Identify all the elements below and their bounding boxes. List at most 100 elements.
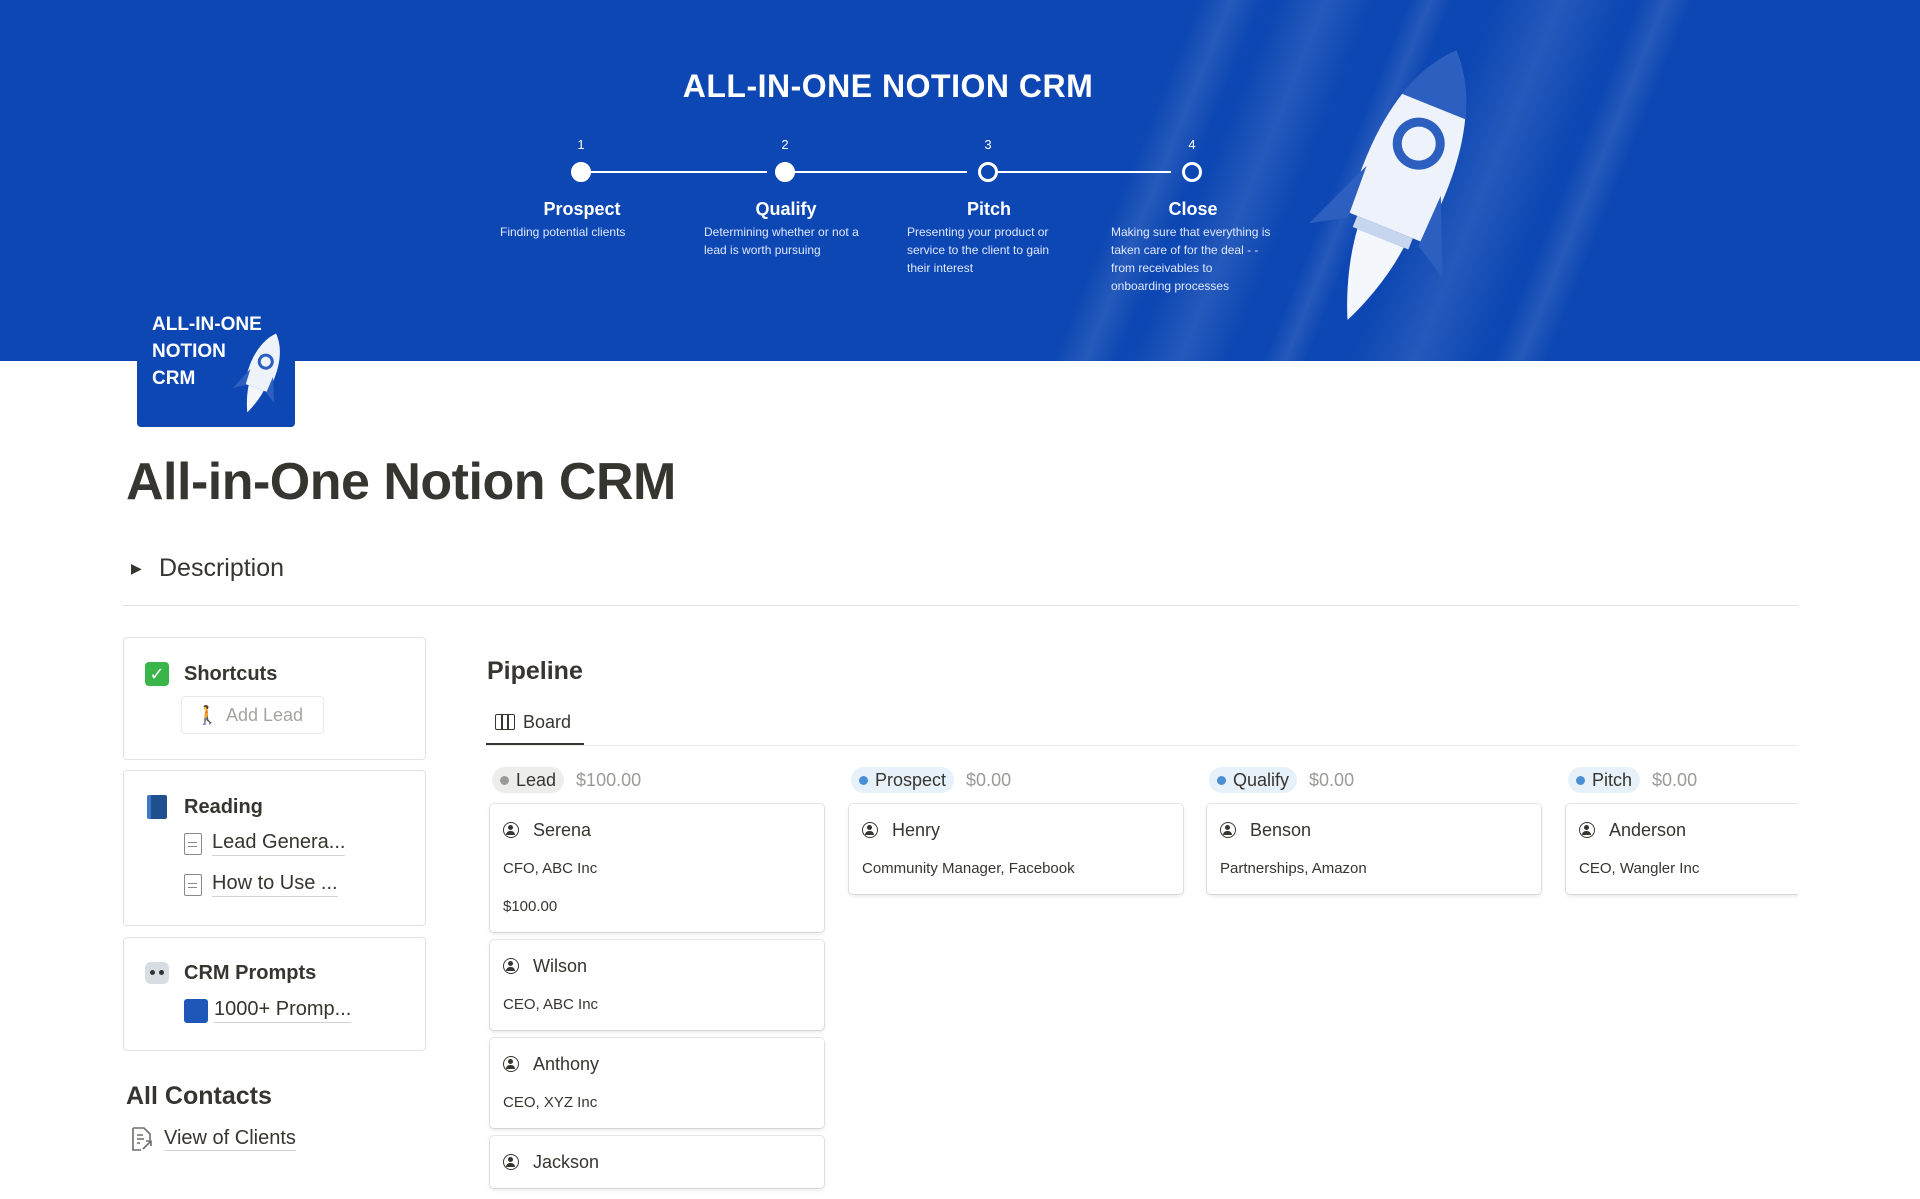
person-icon <box>1220 822 1236 838</box>
triangle-right-icon: ▶ <box>131 560 142 576</box>
shortcuts-card: ✓ Shortcuts 🚶 Add Lead <box>123 637 426 760</box>
pipeline-board: Lead $100.00 Serena CFO, ABC Inc $100.00… <box>486 760 1798 1199</box>
step-name: Prospect <box>543 199 621 219</box>
person-icon <box>1579 822 1595 838</box>
board-card[interactable]: Anthony CEO, XYZ Inc <box>490 1038 824 1128</box>
card-name: Anderson <box>1609 819 1687 840</box>
column-sum: $100.00 <box>576 769 642 790</box>
status-pill-pitch[interactable]: Pitch <box>1568 767 1641 793</box>
status-dot <box>859 775 868 785</box>
board-column-qualify: Qualify $0.00 Benson Partnerships, Amazo… <box>1203 760 1541 902</box>
card-name: Benson <box>1250 819 1312 840</box>
crm-prompts-card: CRM Prompts 1000+ Promp... <box>123 937 426 1051</box>
all-contacts-heading: All Contacts <box>126 1082 272 1110</box>
view-of-clients-label: View of Clients <box>164 1127 296 1151</box>
prompts-link[interactable]: 1000+ Promp... <box>184 998 352 1023</box>
card-name: Jackson <box>533 1151 600 1172</box>
tab-board-view[interactable]: Board <box>486 701 584 745</box>
step-number: 1 <box>577 137 585 152</box>
robot-icon <box>144 960 170 986</box>
divider <box>123 605 1798 606</box>
card-role: CEO, ABC Inc <box>503 996 599 1013</box>
board-column-pitch: Pitch $0.00 Anderson CEO, Wangler Inc <box>1562 760 1798 902</box>
reading-link-label: Lead Genera... <box>212 831 346 856</box>
step-dot-hollow <box>978 162 998 182</box>
reading-link-lead-generation[interactable]: Lead Genera... <box>184 831 346 856</box>
document-arrow-icon <box>132 1127 152 1151</box>
status-dot <box>1217 775 1226 785</box>
description-label: Description <box>159 554 285 582</box>
board-card[interactable]: Henry Community Manager, Facebook <box>849 804 1183 894</box>
pipeline-title: Pipeline <box>487 657 583 685</box>
step-connector <box>795 171 967 173</box>
page-icon[interactable]: ALL-IN-ONE NOTION CRM <box>137 269 295 427</box>
card-role: CEO, Wangler Inc <box>1579 860 1700 877</box>
step-name: Pitch <box>966 199 1011 219</box>
card-role: CEO, XYZ Inc <box>503 1094 598 1111</box>
step-dot-filled <box>775 162 795 182</box>
column-sum: $0.00 <box>1309 769 1355 790</box>
person-icon <box>862 822 878 838</box>
shortcuts-title: Shortcuts <box>184 662 278 685</box>
board-card[interactable]: Serena CFO, ABC Inc $100.00 <box>490 804 824 932</box>
step-description: Making sure that everything is taken car… <box>1111 225 1271 293</box>
card-role: CFO, ABC Inc <box>503 860 598 877</box>
document-icon <box>184 832 202 855</box>
card-role: Community Manager, Facebook <box>862 860 1075 877</box>
status-dot <box>500 775 509 785</box>
board-tab-label: Board <box>523 711 572 732</box>
reading-link-how-to-use[interactable]: How to Use ... <box>184 872 338 897</box>
step-description: Presenting your product or service to th… <box>907 225 1050 275</box>
column-label: Qualify <box>1233 769 1290 790</box>
description-toggle[interactable]: ▶ Description <box>131 554 284 583</box>
add-lead-button[interactable]: 🚶 Add Lead <box>181 696 324 734</box>
reading-title: Reading <box>184 795 263 818</box>
person-icon <box>503 822 519 838</box>
step-connector <box>591 171 767 173</box>
reading-card: Reading Lead Genera... How to Use ... <box>123 770 426 926</box>
step-number: 2 <box>781 137 789 152</box>
column-sum: $0.00 <box>966 769 1012 790</box>
card-value: $100.00 <box>503 898 558 915</box>
column-label: Pitch <box>1592 769 1633 790</box>
card-name: Wilson <box>533 955 588 976</box>
board-column-prospect: Prospect $0.00 Henry Community Manager, … <box>845 760 1183 902</box>
card-name: Henry <box>892 819 941 840</box>
board-view-icon <box>495 714 515 730</box>
document-icon <box>184 873 202 896</box>
status-pill-qualify[interactable]: Qualify <box>1209 767 1298 793</box>
step-dot-hollow <box>1182 162 1202 182</box>
step-description: Finding potential clients <box>500 225 626 239</box>
step-dot-filled <box>571 162 591 182</box>
board-card[interactable]: Anderson CEO, Wangler Inc <box>1566 804 1798 894</box>
board-card[interactable]: Benson Partnerships, Amazon <box>1207 804 1541 894</box>
person-icon <box>503 1056 519 1072</box>
check-mark-icon: ✓ <box>144 661 170 687</box>
rocket-icon <box>232 333 280 413</box>
cover-title: ALL-IN-ONE NOTION CRM <box>682 68 1094 104</box>
prompts-thumbnail-icon <box>184 998 208 1023</box>
page-title: All-in-One Notion CRM <box>126 453 676 511</box>
column-sum: $0.00 <box>1652 769 1698 790</box>
step-connector <box>997 171 1171 173</box>
board-card[interactable]: Jackson <box>490 1136 824 1188</box>
step-name: Close <box>1168 199 1218 219</box>
status-pill-prospect[interactable]: Prospect <box>851 767 955 793</box>
reading-link-label: How to Use ... <box>212 872 338 897</box>
walking-person-icon: 🚶 <box>196 704 219 725</box>
rocket-illustration <box>1308 50 1467 320</box>
status-pill-lead[interactable]: Lead <box>492 767 565 793</box>
view-of-clients-link[interactable]: View of Clients <box>130 1126 296 1152</box>
card-role: Partnerships, Amazon <box>1220 860 1367 877</box>
status-dot <box>1576 775 1585 785</box>
person-icon <box>503 1154 519 1170</box>
prompts-link-label: 1000+ Promp... <box>214 998 352 1023</box>
column-label: Lead <box>516 769 557 790</box>
book-icon <box>144 794 170 820</box>
crm-prompts-title: CRM Prompts <box>184 961 317 984</box>
step-description: Determining whether or not a lead is wor… <box>704 225 859 257</box>
board-column-lead: Lead $100.00 Serena CFO, ABC Inc $100.00… <box>486 760 824 1196</box>
step-name: Qualify <box>755 199 817 219</box>
board-card[interactable]: Wilson CEO, ABC Inc <box>490 940 824 1030</box>
card-name: Serena <box>533 819 592 840</box>
